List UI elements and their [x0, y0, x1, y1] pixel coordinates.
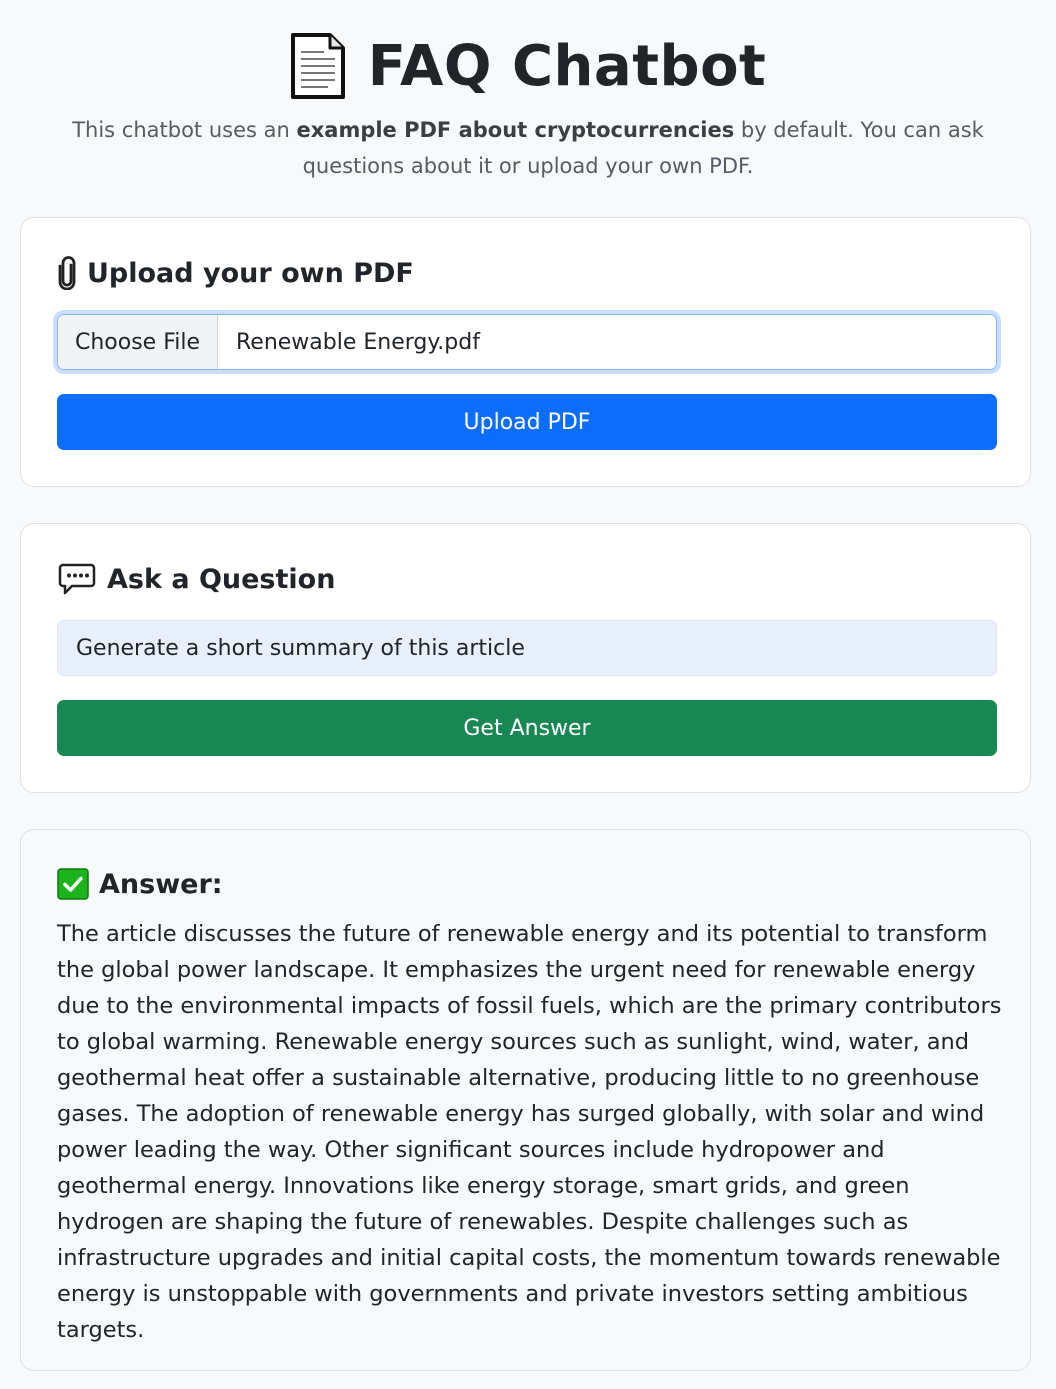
answer-card: Answer: The article discusses the future… — [20, 829, 1031, 1371]
upload-card-title: Upload your own PDF — [57, 256, 414, 291]
page-title: FAQ Chatbot — [367, 33, 767, 99]
page-subtitle: This chatbot uses an example PDF about c… — [23, 112, 1033, 184]
upload-card: Upload your own PDF Choose File Renewabl… — [20, 217, 1031, 487]
answer-card-title: Answer: — [57, 868, 223, 900]
upload-pdf-button[interactable]: Upload PDF — [57, 394, 997, 450]
subtitle-highlight: example PDF about cryptocurrencies — [296, 118, 735, 142]
file-input[interactable]: Choose File Renewable Energy.pdf — [57, 314, 997, 370]
question-card: Ask a Question Generate a short summary … — [20, 523, 1031, 793]
answer-title-text: Answer: — [99, 868, 223, 900]
question-input[interactable]: Generate a short summary of this article — [57, 620, 997, 676]
choose-file-button[interactable]: Choose File — [58, 315, 218, 369]
page-header: FAQ Chatbot This chatbot uses an example… — [0, 0, 1056, 184]
paperclip-icon — [57, 256, 77, 291]
upload-title-text: Upload your own PDF — [87, 257, 414, 289]
question-title-text: Ask a Question — [107, 563, 336, 595]
subtitle-text-start: This chatbot uses an — [72, 118, 297, 142]
title-row: FAQ Chatbot — [0, 28, 1056, 104]
answer-text: The article discusses the future of rene… — [57, 921, 1002, 1343]
page-facing-up-icon — [290, 32, 346, 100]
selected-file-name: Renewable Energy.pdf — [236, 329, 480, 355]
check-mark-icon — [57, 868, 89, 900]
get-answer-button[interactable]: Get Answer — [57, 700, 997, 756]
question-card-title: Ask a Question — [57, 562, 335, 596]
speech-bubble-icon — [57, 562, 97, 596]
